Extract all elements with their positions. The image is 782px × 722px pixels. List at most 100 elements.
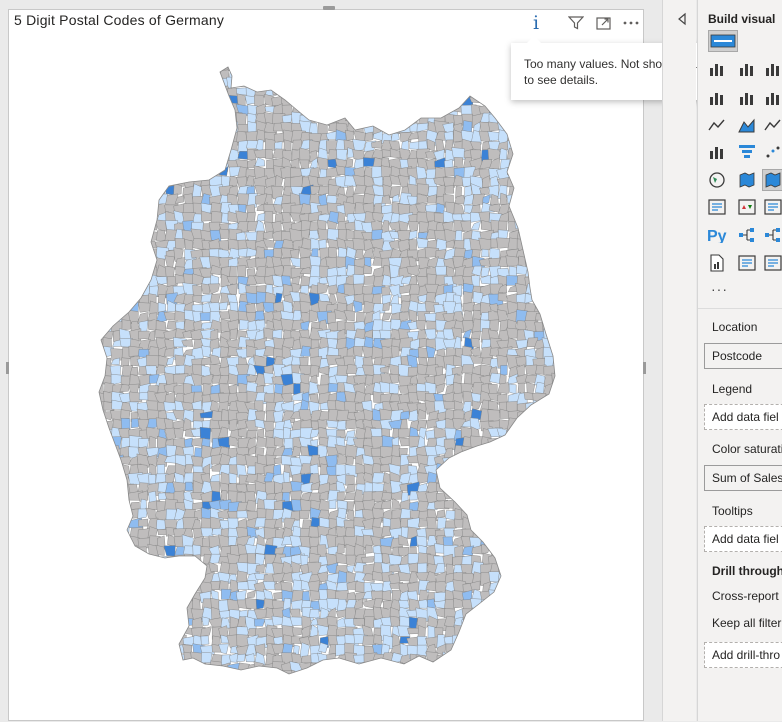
postal-code-region[interactable] (436, 509, 446, 518)
postal-code-region[interactable] (165, 69, 174, 80)
postal-code-region[interactable] (137, 67, 153, 80)
postal-code-region[interactable] (535, 313, 544, 321)
postal-code-region[interactable] (551, 230, 561, 241)
stacked-column-chart-icon[interactable] (706, 87, 728, 109)
kpi-icon[interactable] (736, 196, 758, 218)
postal-code-region[interactable] (119, 84, 131, 97)
postal-code-region[interactable] (111, 112, 124, 122)
postal-code-region[interactable] (103, 572, 117, 584)
postal-code-region[interactable] (185, 123, 194, 135)
postal-code-region[interactable] (544, 508, 553, 521)
postal-code-region[interactable] (109, 165, 121, 181)
postal-code-region[interactable] (147, 671, 156, 684)
postal-code-region[interactable] (281, 392, 293, 403)
postal-code-region[interactable] (525, 203, 537, 216)
postal-code-region[interactable] (382, 121, 396, 133)
postal-code-region[interactable] (335, 61, 348, 73)
postal-code-region[interactable] (139, 130, 153, 141)
postal-code-region[interactable] (389, 95, 400, 109)
postal-code-region[interactable] (390, 133, 400, 142)
postal-code-region[interactable] (551, 419, 564, 433)
postal-code-region[interactable] (128, 671, 142, 681)
postal-code-region[interactable] (543, 149, 556, 162)
postal-code-region[interactable] (281, 239, 294, 249)
postal-code-region[interactable] (551, 526, 564, 536)
postal-code-region[interactable] (517, 168, 527, 178)
postal-code-region[interactable] (397, 59, 414, 70)
postal-code-region[interactable] (481, 482, 492, 493)
postal-code-region[interactable] (119, 192, 132, 203)
postal-code-region[interactable] (490, 67, 503, 83)
postal-code-region[interactable] (544, 139, 554, 152)
postal-code-region[interactable] (533, 643, 547, 657)
postal-code-region[interactable] (563, 187, 571, 198)
postal-code-region[interactable] (335, 644, 346, 657)
postal-code-region[interactable] (561, 358, 570, 371)
postal-code-region[interactable] (111, 85, 124, 98)
postal-code-region[interactable] (381, 671, 396, 682)
postal-code-region[interactable] (562, 330, 574, 338)
postal-code-region[interactable] (137, 643, 148, 658)
postal-code-region[interactable] (551, 166, 565, 181)
postal-code-region[interactable] (497, 554, 511, 564)
postal-code-region[interactable] (498, 509, 508, 520)
postal-code-region[interactable] (415, 660, 430, 676)
postal-code-region[interactable] (346, 364, 358, 374)
postal-code-region[interactable] (508, 492, 520, 501)
postal-code-region[interactable] (200, 357, 212, 366)
postal-code-region[interactable] (201, 93, 211, 109)
postal-code-region[interactable] (122, 293, 132, 307)
postal-code-region[interactable] (523, 194, 535, 205)
postal-code-region[interactable] (102, 176, 112, 191)
postal-code-region[interactable] (94, 661, 107, 673)
postal-code-region[interactable] (542, 562, 554, 573)
postal-code-region[interactable] (443, 662, 455, 673)
postal-code-region[interactable] (507, 635, 519, 649)
postal-code-region[interactable] (165, 618, 178, 631)
postal-code-region[interactable] (515, 437, 530, 448)
postal-code-region[interactable] (173, 561, 186, 575)
postal-code-region[interactable] (344, 662, 360, 674)
postal-code-region[interactable] (208, 221, 221, 232)
postal-code-region[interactable] (542, 264, 552, 281)
postal-code-region[interactable] (506, 555, 521, 566)
postal-code-region[interactable] (561, 232, 572, 241)
postal-code-region[interactable] (373, 275, 384, 288)
postal-code-region[interactable] (137, 193, 152, 208)
postal-code-region[interactable] (471, 481, 481, 495)
postal-code-region[interactable] (146, 76, 160, 90)
postal-code-region[interactable] (542, 114, 552, 125)
postal-code-region[interactable] (111, 581, 123, 593)
postal-code-region[interactable] (515, 498, 527, 510)
postal-code-region[interactable] (533, 411, 549, 421)
postal-code-region[interactable] (92, 60, 104, 70)
postal-code-region[interactable] (192, 597, 201, 611)
postal-code-region[interactable] (532, 472, 548, 486)
postal-code-region[interactable] (154, 122, 170, 135)
postal-code-region[interactable] (146, 661, 159, 676)
postal-code-region[interactable] (166, 141, 178, 150)
postal-code-region[interactable] (516, 553, 530, 567)
postal-code-region[interactable] (372, 85, 385, 96)
postal-code-region[interactable] (551, 571, 565, 585)
postal-code-region[interactable] (217, 103, 233, 115)
postal-code-region[interactable] (103, 276, 112, 288)
postal-code-region[interactable] (118, 113, 132, 124)
postal-code-region[interactable] (336, 491, 345, 501)
postal-code-region[interactable] (199, 85, 216, 96)
postal-code-region[interactable] (137, 59, 149, 71)
postal-code-region[interactable] (550, 481, 561, 494)
postal-code-region[interactable] (129, 184, 141, 199)
postal-code-region[interactable] (525, 608, 539, 623)
stacked-bar-chart-icon[interactable] (762, 58, 782, 80)
postal-code-region[interactable] (434, 580, 447, 593)
postal-code-region[interactable] (525, 473, 538, 485)
postal-code-region[interactable] (507, 475, 518, 483)
postal-code-region[interactable] (525, 455, 537, 467)
postal-code-region[interactable] (524, 275, 538, 289)
postal-code-region[interactable] (560, 499, 573, 512)
postal-code-region[interactable] (444, 86, 458, 97)
postal-code-region[interactable] (336, 670, 350, 684)
postal-code-region[interactable] (543, 293, 554, 304)
postal-code-region[interactable] (353, 300, 363, 313)
